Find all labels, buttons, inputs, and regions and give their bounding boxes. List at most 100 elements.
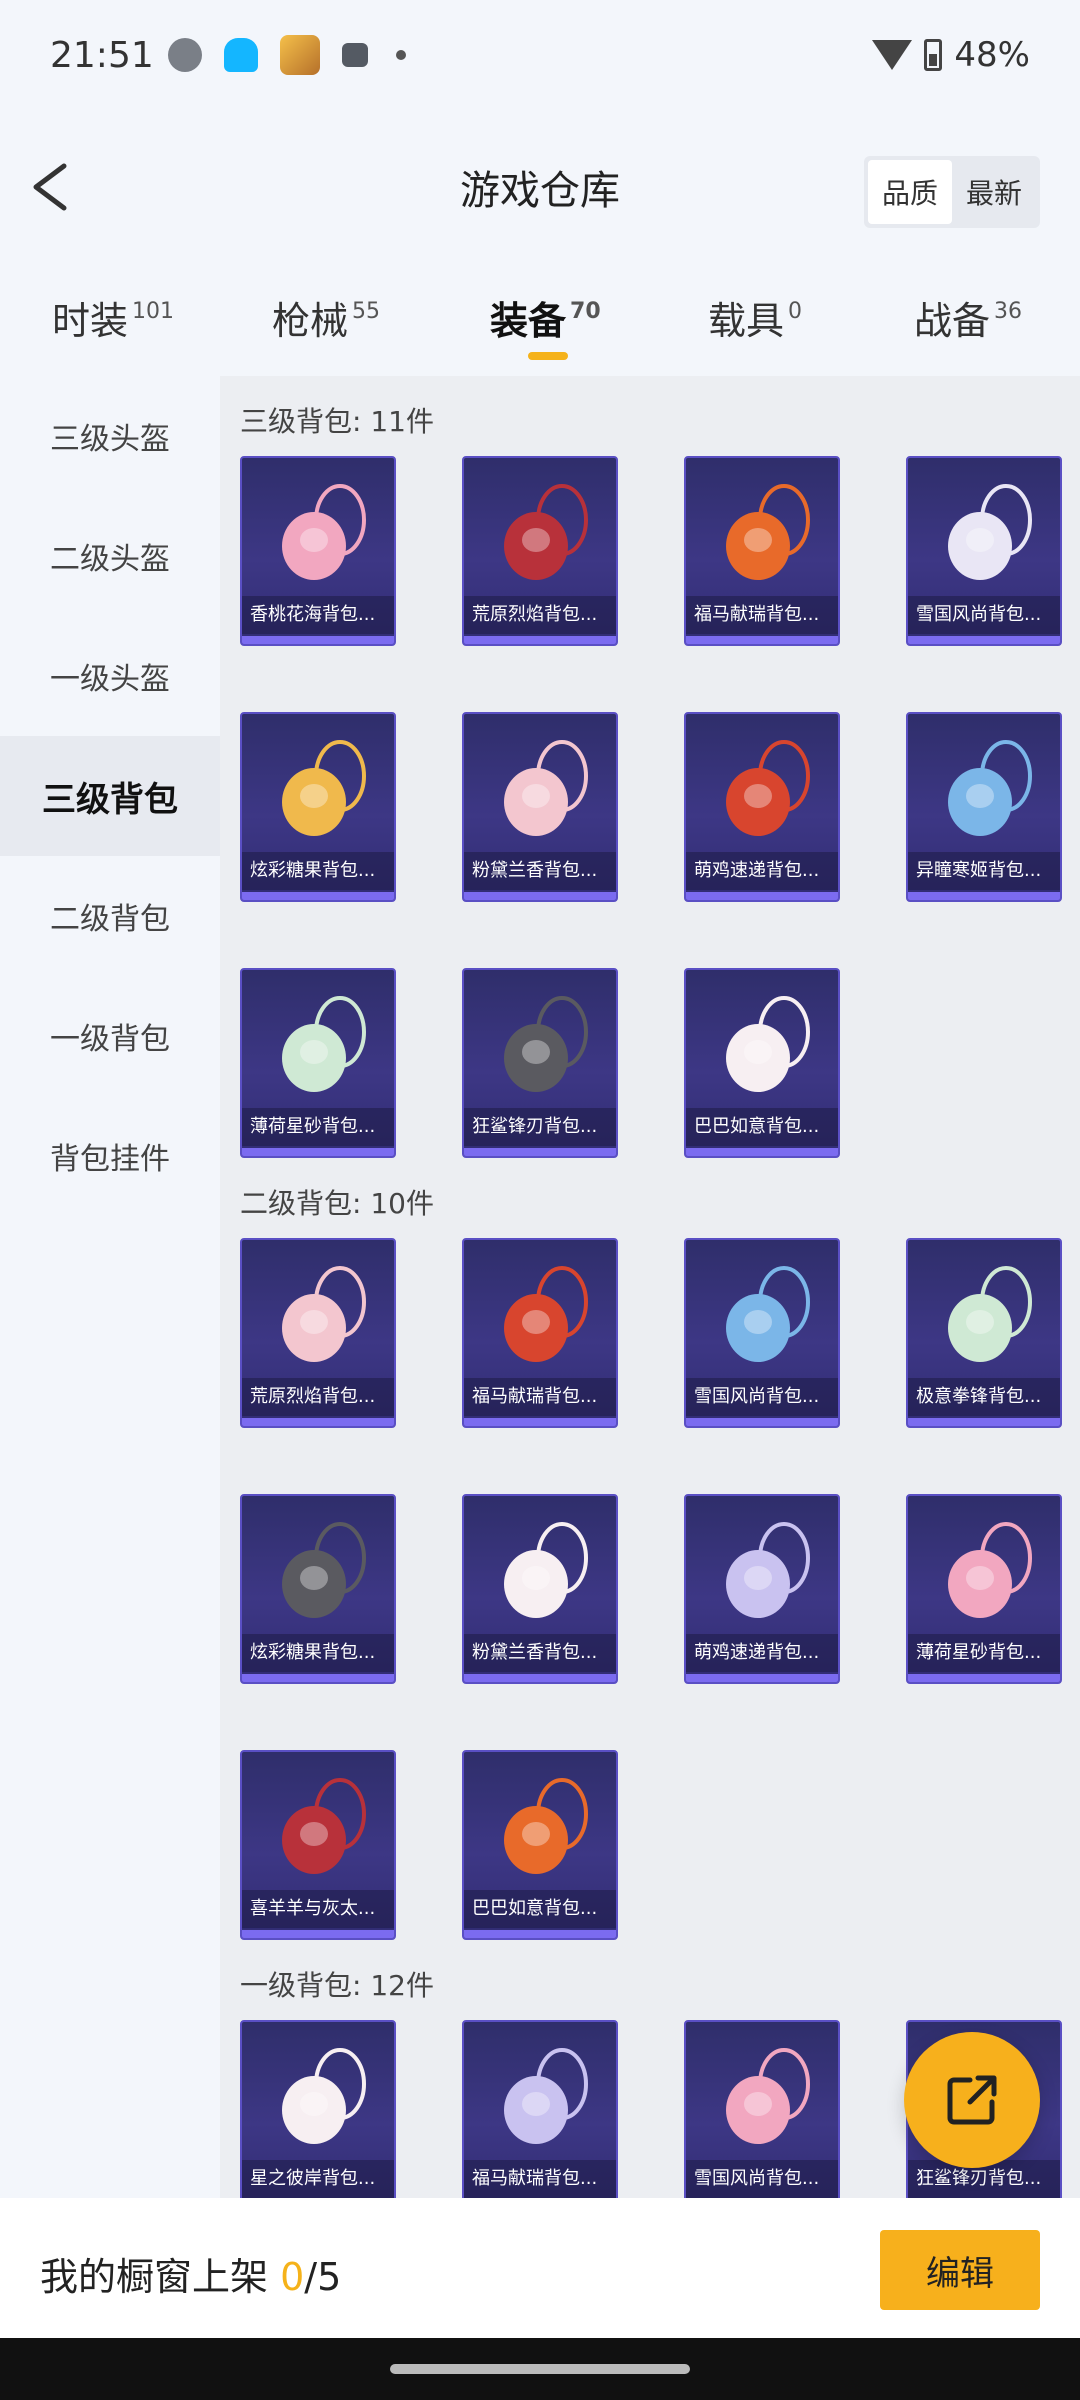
item-card[interactable]: 异瞳寒姬背包... [906, 712, 1062, 902]
item-card[interactable]: 粉黛兰香背包... [462, 1494, 618, 1684]
sidebar-item-backpack-3[interactable]: 三级背包 [0, 736, 220, 856]
item-name: 萌鸡速递背包... [686, 852, 838, 890]
item-name: 福马献瑞背包... [464, 2160, 616, 2198]
sidebar-item-helmet-2[interactable]: 二级头盔 [0, 496, 220, 616]
footer-bar: 我的橱窗上架 0/5 编辑 [0, 2198, 1080, 2338]
item-card[interactable]: 萌鸡速递背包... [684, 1494, 840, 1684]
item-card[interactable]: 狂鲨锋刃背包... [462, 968, 618, 1158]
item-card[interactable]: 雪国风尚背包... [906, 456, 1062, 646]
sidebar-item-helmet-3[interactable]: 三级头盔 [0, 376, 220, 496]
item-name: 福马献瑞背包... [686, 596, 838, 634]
share-button[interactable] [904, 2032, 1040, 2168]
tab-vehicles[interactable]: 载具 0 [708, 290, 802, 345]
item-card[interactable]: 萌鸡速递背包... [684, 712, 840, 902]
item-card[interactable]: 薄荷星砂背包... [240, 968, 396, 1158]
item-name: 极意拳锋背包... [908, 1378, 1060, 1416]
card-rarity-bar [242, 892, 394, 900]
card-rarity-bar [242, 1148, 394, 1156]
item-card[interactable]: 雪国风尚背包... [684, 1238, 840, 1428]
game-icon [279, 35, 320, 75]
mail-icon [341, 43, 368, 67]
item-name: 炫彩糖果背包... [242, 852, 394, 890]
battery-icon [924, 39, 943, 71]
item-name: 喜羊羊与灰太... [242, 1890, 394, 1928]
sort-newest-button[interactable]: 最新 [952, 160, 1036, 224]
card-rarity-bar [242, 636, 394, 644]
tab-combat-gear[interactable]: 战备 36 [914, 290, 1022, 345]
header: 游戏仓库 品质 最新 [0, 130, 1080, 240]
card-rarity-bar [464, 1674, 616, 1682]
item-card[interactable]: 雪国风尚背包... [684, 2020, 840, 2198]
card-rarity-bar [464, 1930, 616, 1938]
card-rarity-bar [686, 892, 838, 900]
tab-count: 36 [994, 299, 1023, 324]
item-name: 炫彩糖果背包... [242, 1634, 394, 1672]
category-tabs: 时装 101 枪械 55 装备 70 载具 0 战备 36 [0, 280, 1080, 360]
item-card[interactable]: 薄荷星砂背包... [906, 1494, 1062, 1684]
backpack-icon [282, 740, 366, 836]
tab-label: 枪械 [272, 299, 349, 343]
item-card[interactable]: 喜羊羊与灰太... [240, 1750, 396, 1940]
backpack-icon [282, 1266, 366, 1362]
sort-quality-button[interactable]: 品质 [867, 160, 952, 224]
backpack-icon [726, 2048, 810, 2144]
item-name: 粉黛兰香背包... [464, 852, 616, 890]
item-name: 雪国风尚背包... [686, 1378, 838, 1416]
tab-count: 55 [352, 299, 381, 324]
tab-equipment[interactable]: 装备 70 [490, 290, 601, 345]
sidebar-item-helmet-1[interactable]: 一级头盔 [0, 616, 220, 736]
item-card[interactable]: 福马献瑞背包... [684, 456, 840, 646]
showcase-current: 0 [280, 2255, 305, 2299]
card-rarity-bar [908, 636, 1060, 644]
backpack-icon [282, 996, 366, 1092]
backpack-icon [282, 1778, 366, 1874]
tab-fashion[interactable]: 时装 101 [52, 290, 174, 345]
card-rarity-bar [908, 1674, 1060, 1682]
edit-button[interactable]: 编辑 [880, 2230, 1040, 2310]
backpack-icon [282, 484, 366, 580]
item-card[interactable]: 福马献瑞背包... [462, 1238, 618, 1428]
active-tab-indicator [528, 352, 568, 360]
section-title: 二级背包: 10件 [240, 1187, 434, 1220]
item-card[interactable]: 极意拳锋背包... [906, 1238, 1062, 1428]
item-card[interactable]: 福马献瑞背包... [462, 2020, 618, 2198]
item-card[interactable]: 荒原烈焰背包... [240, 1238, 396, 1428]
gesture-handle[interactable] [390, 2364, 690, 2374]
card-rarity-bar [908, 892, 1060, 900]
tab-count: 101 [132, 299, 175, 324]
item-name: 荒原烈焰背包... [464, 596, 616, 634]
item-card[interactable]: 星之彼岸背包... [240, 2020, 396, 2198]
item-card[interactable]: 巴巴如意背包... [462, 1750, 618, 1940]
card-rarity-bar [242, 1930, 394, 1938]
sidebar-item-backpack-pendant[interactable]: 背包挂件 [0, 1096, 220, 1216]
sort-toggle: 品质 最新 [863, 156, 1040, 228]
item-card[interactable]: 香桃花海背包... [240, 456, 396, 646]
card-rarity-bar [908, 1418, 1060, 1426]
backpack-icon [948, 484, 1032, 580]
section-title: 一级背包: 12件 [240, 1969, 434, 2002]
backpack-icon [726, 996, 810, 1092]
item-card[interactable]: 炫彩糖果背包... [240, 712, 396, 902]
backpack-icon [726, 1266, 810, 1362]
card-rarity-bar [464, 636, 616, 644]
item-card[interactable]: 荒原烈焰背包... [462, 456, 618, 646]
showcase-label: 我的橱窗上架 [40, 2255, 281, 2299]
item-card[interactable]: 粉黛兰香背包... [462, 712, 618, 902]
tab-label: 战备 [914, 299, 991, 343]
section-title: 三级背包: 11件 [240, 405, 434, 438]
sidebar-item-backpack-1[interactable]: 一级背包 [0, 976, 220, 1096]
item-card[interactable]: 巴巴如意背包... [684, 968, 840, 1158]
item-name: 雪国风尚背包... [686, 2160, 838, 2198]
dot-icon [395, 50, 406, 60]
card-rarity-bar [464, 1148, 616, 1156]
item-grid: 三级背包: 11件 二级背包: 10件 一级背包: 12件 香桃花海背包... 荒… [220, 376, 1080, 2198]
tab-guns[interactable]: 枪械 55 [272, 290, 380, 345]
backpack-icon [726, 484, 810, 580]
wechat-icon [167, 38, 202, 72]
item-name: 雪国风尚背包... [908, 596, 1060, 634]
sidebar-item-backpack-2[interactable]: 二级背包 [0, 856, 220, 976]
backpack-icon [504, 996, 588, 1092]
item-name: 薄荷星砂背包... [242, 1108, 394, 1146]
backpack-icon [948, 1522, 1032, 1618]
item-card[interactable]: 炫彩糖果背包... [240, 1494, 396, 1684]
